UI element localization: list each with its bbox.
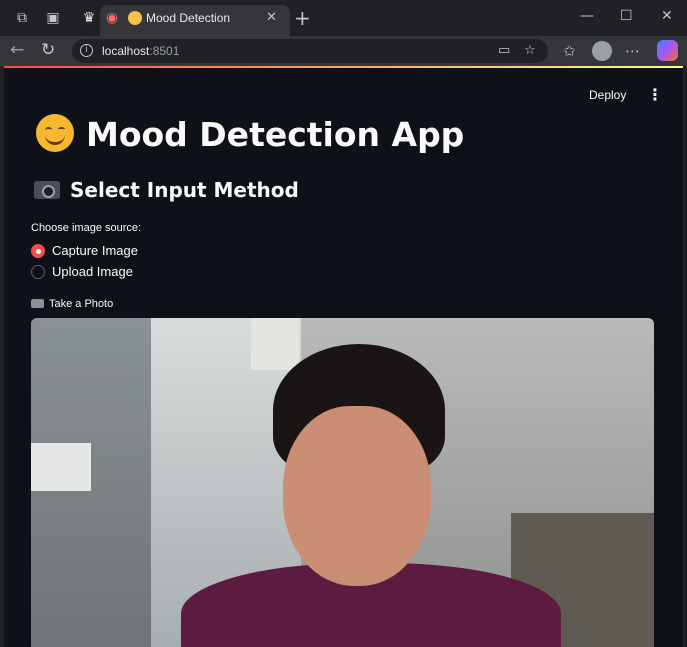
wall-notice (31, 443, 91, 491)
favorite-star-icon[interactable]: ☆ (524, 43, 536, 58)
address-bar[interactable]: i localhost:8501 ▭ ☆ (72, 39, 548, 63)
radio-button-unchecked[interactable] (31, 265, 45, 279)
vertical-tabs-icon[interactable]: ▣ (44, 9, 62, 27)
tab-close-icon[interactable]: ✕ (266, 10, 277, 25)
radio-button-checked[interactable] (31, 244, 45, 258)
page-title-text: Mood Detection App (86, 115, 465, 154)
tab-title: Mood Detection (146, 11, 231, 25)
deploy-button[interactable]: Deploy (589, 88, 626, 102)
profile-avatar[interactable] (592, 41, 612, 61)
main-menu-icon[interactable]: ⋮ (647, 85, 663, 104)
camera-input-label: Take a Photo (31, 298, 113, 310)
back-icon[interactable]: ← (10, 40, 24, 60)
person-face (283, 406, 431, 586)
page-title: Mood Detection App (36, 114, 464, 154)
section-heading: Select Input Method (34, 178, 299, 202)
favorites-icon[interactable]: ✩ (563, 42, 576, 60)
header-decoration (4, 66, 683, 68)
browser-tab-bar: ⧉ ▣ ♛ ◉ Mood Detection ✕ + — ☐ ✕ (0, 0, 687, 36)
more-options-icon[interactable]: ⋯ (625, 42, 640, 60)
radio-option-label: Upload Image (52, 264, 133, 279)
minimize-icon[interactable]: — (580, 8, 594, 24)
air-conditioner (251, 318, 299, 370)
section-heading-text: Select Input Method (70, 178, 299, 202)
camera-icon (34, 181, 60, 199)
radio-option-label: Capture Image (52, 243, 138, 258)
image-source-label: Choose image source: (31, 222, 142, 234)
camera-in-use-icon[interactable]: ▭ (498, 43, 510, 58)
workspaces-icon[interactable]: ⧉ (13, 9, 31, 27)
record-icon: ◉ (105, 10, 119, 26)
browser-toolbar: ← ↻ i localhost:8501 ▭ ☆ ✩ ⋯ (0, 36, 687, 66)
crown-icon[interactable]: ♛ (80, 9, 98, 27)
copilot-icon[interactable] (657, 40, 678, 61)
camera-icon (31, 299, 44, 308)
close-window-icon[interactable]: ✕ (661, 8, 673, 24)
camera-feed[interactable] (31, 318, 654, 647)
streamlit-page: Deploy ⋮ Mood Detection App Select Input… (4, 66, 683, 647)
camera-input-label-text: Take a Photo (49, 298, 114, 310)
tab-favicon-icon (128, 11, 142, 25)
site-info-icon[interactable]: i (80, 44, 93, 57)
new-tab-icon[interactable]: + (294, 6, 311, 30)
smiling-face-icon (36, 114, 74, 152)
reload-icon[interactable]: ↻ (41, 40, 55, 60)
url-text[interactable]: localhost:8501 (102, 44, 179, 58)
maximize-icon[interactable]: ☐ (620, 8, 633, 24)
